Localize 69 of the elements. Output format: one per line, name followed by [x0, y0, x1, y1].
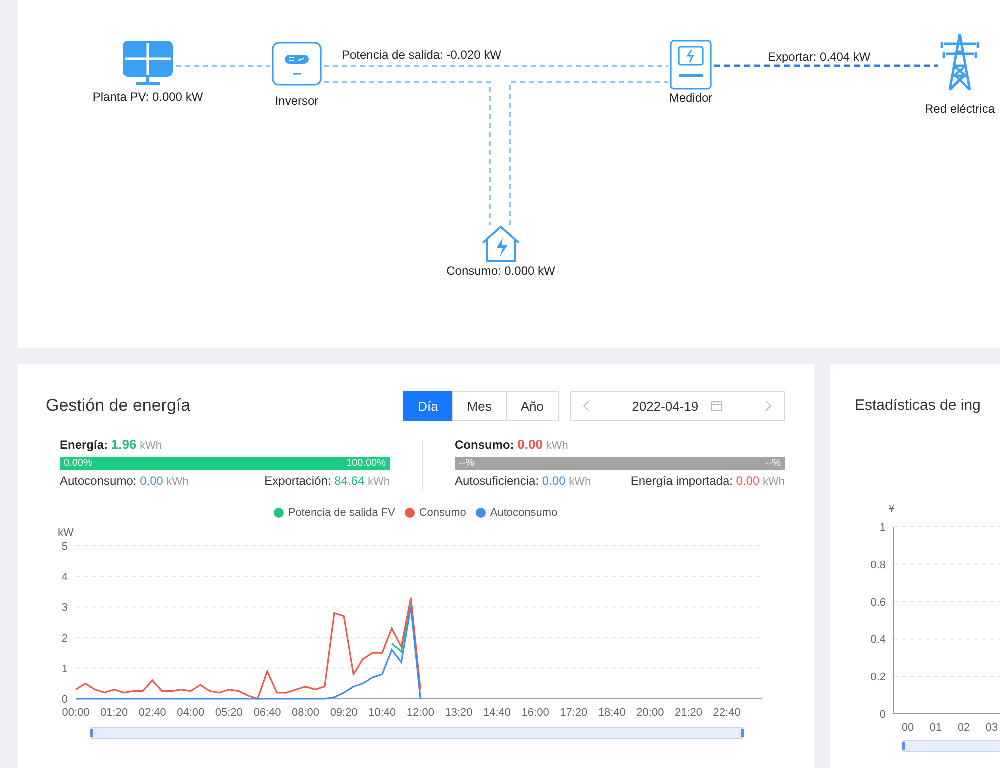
axis-tick-label: 1: [62, 663, 68, 676]
axis-unit: kW: [58, 527, 74, 539]
axis-tick-label: 16:00: [522, 707, 550, 719]
axis-tick-label: 0: [62, 694, 68, 706]
axis-tick-label: 03: [986, 722, 998, 734]
axis-tick-label: 14:40: [484, 707, 512, 719]
summary-heading: Consumo: 0.00 kWh: [455, 437, 570, 453]
axis-tick-label: 04:00: [177, 707, 205, 719]
legend-label[interactable]: Potencia de salida FV: [288, 507, 396, 519]
axis-tick-label: 12:00: [406, 707, 434, 719]
pylon-icon: [938, 32, 982, 92]
node-label: Planta PV: 0.000 kW: [92, 90, 204, 104]
axis-tick-label: 0.4: [870, 634, 886, 646]
calendar-icon: [710, 400, 723, 412]
axis-unit: ¥: [889, 504, 895, 515]
axis-tick-label: 01:20: [100, 707, 128, 719]
axis-tick-label: 22:40: [713, 707, 741, 719]
axis-tick-label: 0.8: [870, 559, 886, 572]
card-title: Gestión de energía: [46, 396, 192, 416]
axis-tick-label: 20:00: [636, 707, 664, 719]
node-label: Inversor: [275, 94, 319, 108]
axis-tick-label: 00:00: [62, 707, 90, 719]
card-title: Estadísticas de ing: [854, 396, 982, 416]
axis-tick-label: 21:20: [675, 707, 703, 719]
progress-bar: --% --%: [455, 457, 785, 470]
progress-bar: 0.00% 100.00%: [60, 457, 390, 470]
axis-tick-label: 5: [62, 541, 68, 553]
meter-icon: [670, 40, 712, 90]
axis-tick-label: 02: [958, 722, 970, 734]
period-tab[interactable]: Año: [506, 391, 559, 421]
summary-detail: Autoconsumo: 0.00 kWh: [60, 474, 189, 488]
legend-label[interactable]: Consumo: [419, 507, 466, 519]
summary-detail: Energía importada: 0.00 kWh: [630, 474, 785, 488]
axis-tick-label: 0.2: [870, 672, 886, 684]
axis-tick-label: 3: [62, 602, 68, 614]
date-picker[interactable]: 2022-04-19: [570, 391, 785, 421]
axis-tick-label: 1: [880, 522, 886, 534]
flow-label: Exportar: 0.404 kW: [768, 50, 871, 64]
node-label: Consumo: 0.000 kW: [446, 264, 556, 278]
legend-label[interactable]: Autoconsumo: [490, 507, 558, 519]
chevron-right-icon[interactable]: [764, 400, 772, 412]
axis-tick-label: 09:20: [330, 707, 358, 719]
summary-heading: Energía: 1.96 kWh: [60, 437, 164, 453]
axis-tick-label: 0.6: [870, 596, 886, 609]
chevron-left-icon[interactable]: [583, 400, 590, 412]
axis-tick-label: 2: [62, 632, 68, 645]
node-label: Medidor: [669, 91, 713, 105]
axis-tick-label: 01: [930, 722, 942, 734]
axis-tick-label: 4: [62, 572, 68, 584]
axis-tick-label: 17:20: [560, 707, 588, 719]
summary-detail: Autosuficiencia: 0.00 kWh: [455, 474, 592, 488]
axis-tick-label: 18:40: [598, 707, 626, 719]
range-slider[interactable]: [91, 727, 743, 739]
axis-tick-label: 06:40: [254, 707, 282, 719]
node-label: Red eléctrica: [924, 102, 996, 116]
solar-panel-icon: [122, 40, 174, 86]
house-icon: [481, 225, 521, 263]
axis-tick-label: 10:40: [368, 707, 396, 719]
period-tab[interactable]: Mes: [452, 391, 507, 421]
axis-tick-label: 13:20: [445, 707, 473, 719]
axis-tick-label: 08:00: [292, 707, 320, 719]
axis-tick-label: 02:40: [138, 707, 166, 719]
axis-tick-label: 05:20: [215, 707, 243, 719]
inverter-icon: [272, 42, 322, 86]
axis-tick-label: 00: [902, 722, 914, 734]
summary-detail: Exportación: 84.64 kWh: [264, 474, 390, 488]
axis-tick-label: 0: [880, 709, 886, 721]
period-tab[interactable]: Día: [403, 391, 454, 421]
flow-label: Potencia de salida: -0.020 kW: [342, 48, 502, 62]
